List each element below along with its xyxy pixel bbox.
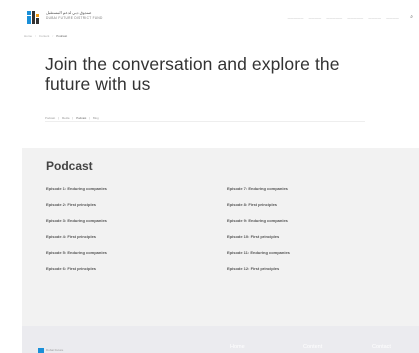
tag[interactable]: Media (62, 116, 70, 120)
nav-item[interactable]: ————— (326, 16, 342, 20)
episode-link[interactable]: Episode 8: First principles (227, 202, 277, 207)
tag-separator: | (89, 116, 91, 120)
section-title: Podcast (46, 159, 93, 173)
nav-item[interactable]: ———— (309, 16, 322, 20)
logo-text[interactable]: صندوق دبي لدعم المستقبل DUBAI FUTURE DIS… (46, 10, 103, 21)
footer-logo-icon[interactable] (38, 348, 44, 353)
logo-english-text: DUBAI FUTURE DISTRICT FUND (46, 16, 103, 20)
main-nav: ————— ———— ————— ————— ———— ———— (288, 16, 399, 20)
divider (45, 121, 365, 122)
nav-item[interactable]: ———— (368, 16, 381, 20)
episode-link[interactable]: Episode 10: First principles (227, 234, 279, 239)
tag-separator: | (72, 116, 74, 120)
nav-item[interactable]: ————— (288, 16, 304, 20)
breadcrumb-content[interactable]: Content (39, 34, 50, 38)
footer-nav-home[interactable]: Home (230, 344, 245, 350)
episode-link[interactable]: Episode 11: Enduring companies (227, 250, 290, 255)
tag-active[interactable]: Podcast (76, 116, 86, 120)
episode-link[interactable]: Episode 9: Enduring companies (227, 218, 288, 223)
page-title: Join the conversation and explore the fu… (45, 54, 340, 94)
episode-link[interactable]: Episode 12: First principles (227, 266, 279, 271)
breadcrumb: Home / Content / Podcast (24, 34, 67, 38)
episode-link[interactable]: Episode 1: Enduring companies (46, 186, 107, 191)
footer-nav-contact[interactable]: Contact (372, 344, 391, 350)
nav-item[interactable]: ————— (347, 16, 363, 20)
episode-link[interactable]: Episode 5: Enduring companies (46, 250, 107, 255)
episode-link[interactable]: Episode 4: First principles (46, 234, 96, 239)
episode-link[interactable]: Episode 2: First principles (46, 202, 96, 207)
episode-link[interactable]: Episode 6: First principles (46, 266, 96, 271)
hero-tags: Podcast | Media | Podcast | Blog (45, 116, 99, 120)
episode-link[interactable]: Episode 7: Enduring companies (227, 186, 288, 191)
tag[interactable]: Podcast (45, 116, 55, 120)
podcast-section: Podcast Episode 1: Enduring companies Ep… (22, 148, 419, 326)
footer-logo-text: Dubai Future (46, 348, 64, 352)
breadcrumb-current: Podcast (56, 34, 68, 38)
nav-item[interactable]: ———— (386, 16, 399, 20)
site-footer: Dubai Future Home Content Contact (22, 326, 419, 353)
dff-logo-icon[interactable] (27, 11, 41, 24)
search-icon[interactable]: ⌕ (410, 14, 413, 20)
site-header: صندوق دبي لدعم المستقبل DUBAI FUTURE DIS… (0, 0, 419, 30)
breadcrumb-separator: / (35, 34, 36, 38)
episode-link[interactable]: Episode 3: Enduring companies (46, 218, 107, 223)
tag-separator: | (58, 116, 59, 120)
breadcrumb-separator: / (52, 34, 54, 38)
page: صندوق دبي لدعم المستقبل DUBAI FUTURE DIS… (0, 0, 419, 353)
tag[interactable]: Blog (93, 116, 99, 120)
breadcrumb-home[interactable]: Home (24, 34, 32, 38)
footer-nav-content[interactable]: Content (303, 344, 322, 350)
logo-arabic-text: صندوق دبي لدعم المستقبل (46, 10, 92, 15)
